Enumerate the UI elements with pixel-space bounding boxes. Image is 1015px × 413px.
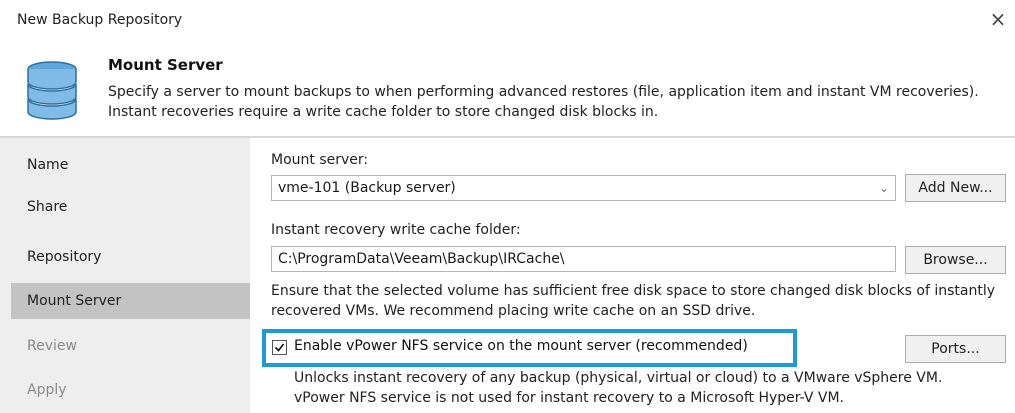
page-title: Mount Server: [108, 56, 223, 74]
note-line: vPower NFS service is not used for insta…: [294, 390, 844, 406]
enable-vpower-nfs-checkbox[interactable]: [272, 340, 287, 355]
enable-vpower-nfs-label[interactable]: Enable vPower NFS service on the mount s…: [294, 338, 748, 354]
sidebar-item-repository[interactable]: Repository: [11, 239, 250, 275]
close-icon[interactable]: ×: [987, 8, 1009, 30]
sidebar-item-mount-server[interactable]: Mount Server: [11, 283, 250, 319]
browse-button[interactable]: Browse...: [905, 246, 1006, 274]
wizard-header: Mount Server Specify a server to mount b…: [0, 42, 1015, 136]
description-line: Specify a server to mount backups to whe…: [108, 84, 979, 100]
page-description: Specify a server to mount backups to whe…: [108, 82, 1008, 122]
cache-folder-input[interactable]: C:\ProgramData\Veeam\Backup\IRCache\: [271, 246, 896, 272]
sidebar-item-share[interactable]: Share: [11, 189, 250, 225]
mount-server-dropdown[interactable]: vme-101 (Backup server) ⌄: [271, 175, 896, 201]
database-icon: [27, 61, 77, 120]
mount-server-label: Mount server:: [271, 152, 369, 168]
wizard-steps-sidebar: Name Share Repository Mount Server Revie…: [0, 138, 250, 413]
nfs-note: Unlocks instant recovery of any backup (…: [294, 368, 994, 408]
chevron-down-icon: ⌄: [878, 181, 889, 195]
mount-server-panel: Mount server: vme-101 (Backup server) ⌄ …: [250, 138, 1015, 413]
note-line: Ensure that the selected volume has suff…: [271, 283, 996, 299]
window-title: New Backup Repository: [17, 12, 183, 28]
add-new-button[interactable]: Add New...: [905, 174, 1006, 202]
ports-button[interactable]: Ports...: [905, 335, 1006, 363]
sidebar-item-apply: Apply: [27, 382, 67, 398]
description-line: Instant recoveries require a write cache…: [108, 104, 659, 120]
title-bar: New Backup Repository ×: [0, 0, 1015, 42]
new-backup-repository-dialog: New Backup Repository × Mount Server Spe…: [0, 0, 1015, 413]
checkmark-icon: [274, 343, 285, 352]
sidebar-item-name[interactable]: Name: [11, 147, 250, 183]
note-line: recovered VMs. We recommend placing writ…: [271, 303, 756, 319]
cache-folder-label: Instant recovery write cache folder:: [271, 222, 521, 238]
mount-server-value: vme-101 (Backup server): [278, 180, 456, 196]
cache-folder-note: Ensure that the selected volume has suff…: [271, 281, 1011, 321]
sidebar-item-review: Review: [27, 338, 77, 354]
note-line: Unlocks instant recovery of any backup (…: [294, 370, 943, 386]
